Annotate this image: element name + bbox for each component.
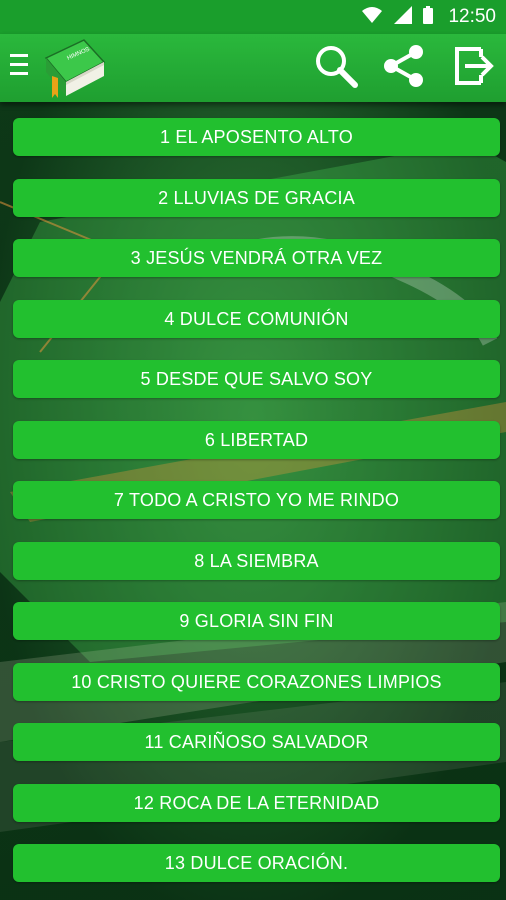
list-item[interactable]: 11 CARIÑOSO SALVADOR xyxy=(13,723,500,761)
list-item[interactable]: 10 CRISTO QUIERE CORAZONES LIMPIOS xyxy=(13,663,500,701)
hymn-list-area: 1 EL APOSENTO ALTO 2 LLUVIAS DE GRACIA 3… xyxy=(0,102,506,900)
search-button[interactable] xyxy=(310,42,362,94)
battery-icon xyxy=(422,5,434,30)
exit-icon xyxy=(451,43,497,94)
bible-book-logo: HIMNOS xyxy=(38,36,110,102)
share-icon xyxy=(380,42,428,95)
list-item[interactable]: 2 LLUVIAS DE GRACIA xyxy=(13,179,500,217)
status-bar: 12:50 xyxy=(0,0,506,34)
list-item[interactable]: 6 LIBERTAD xyxy=(13,421,500,459)
wifi-icon xyxy=(360,5,384,30)
list-item[interactable]: 3 JESÚS VENDRÁ OTRA VEZ xyxy=(13,239,500,277)
exit-button[interactable] xyxy=(448,42,500,94)
list-item[interactable]: 4 DULCE COMUNIÓN xyxy=(13,300,500,338)
list-item[interactable]: 13 DULCE ORACIÓN. xyxy=(13,844,500,882)
list-item[interactable]: 5 DESDE QUE SALVO SOY xyxy=(13,360,500,398)
list-item[interactable]: 1 EL APOSENTO ALTO xyxy=(13,118,500,156)
status-time: 12:50 xyxy=(448,6,496,27)
search-icon xyxy=(312,42,360,95)
list-item[interactable]: 8 LA SIEMBRA xyxy=(13,542,500,580)
menu-icon[interactable] xyxy=(10,54,30,80)
share-button[interactable] xyxy=(378,42,430,94)
list-item[interactable]: 9 GLORIA SIN FIN xyxy=(13,602,500,640)
list-item[interactable]: 12 ROCA DE LA ETERNIDAD xyxy=(13,784,500,822)
app-toolbar: HIMNOS xyxy=(0,34,506,102)
list-item[interactable]: 7 TODO A CRISTO YO ME RINDO xyxy=(13,481,500,519)
signal-icon xyxy=(392,5,414,30)
